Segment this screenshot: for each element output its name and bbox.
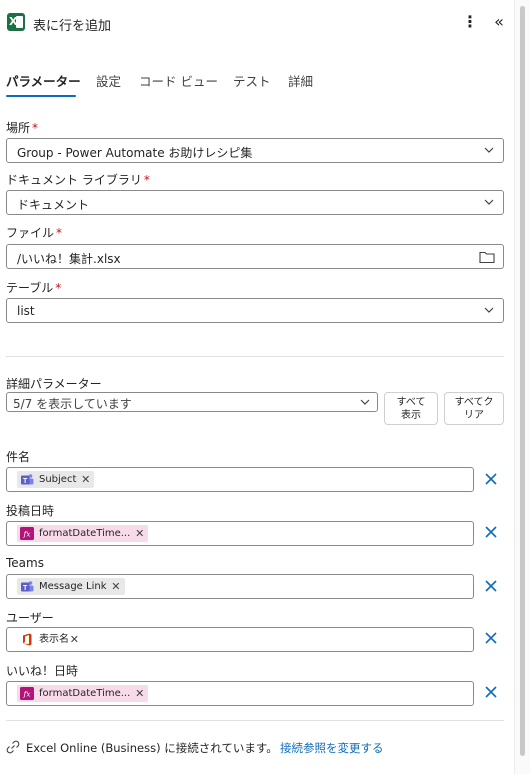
svg-text:T: T: [23, 585, 28, 592]
remove-parameter-icon[interactable]: [482, 523, 500, 541]
tab-settings[interactable]: 設定: [96, 71, 121, 90]
table-label: テーブル *: [6, 281, 62, 295]
panel-header: X 表に行を追加 ⋮ «: [0, 0, 514, 46]
location-label: 場所 *: [6, 121, 39, 135]
remove-parameter-icon[interactable]: [482, 629, 500, 647]
table-value: list: [17, 304, 35, 318]
excel-icon: X: [7, 13, 25, 31]
fx-icon: fx: [20, 687, 34, 700]
remove-token-icon[interactable]: ✕: [81, 471, 90, 488]
param-label: 件名: [6, 450, 31, 464]
connection-footer: Excel Online (Business) に接続されています。 接続参照を…: [6, 738, 506, 758]
tab-details[interactable]: 詳細: [288, 71, 313, 90]
show-all-button[interactable]: すべて 表示: [384, 392, 438, 425]
svg-text:fx: fx: [22, 690, 31, 699]
advanced-parameters-value: 5/7 を表示しています: [13, 397, 132, 411]
remove-token-icon[interactable]: ✕: [135, 685, 144, 702]
document-library-value: ドキュメント: [17, 198, 90, 212]
param-label: ユーザー: [6, 611, 54, 625]
remove-token-icon[interactable]: ✕: [135, 525, 144, 542]
table-select[interactable]: list: [6, 298, 504, 323]
scrollbar-thumb[interactable]: [520, 6, 525, 756]
chevron-down-icon: [360, 399, 370, 405]
file-input[interactable]: /いいね！集計.xlsx: [6, 244, 504, 269]
tab-test[interactable]: テスト: [233, 71, 271, 90]
svg-text:fx: fx: [22, 530, 31, 539]
office-icon: [23, 633, 32, 646]
document-library-label: ドキュメント ライブラリ *: [6, 173, 150, 187]
more-options-icon[interactable]: ⋮: [462, 12, 478, 32]
user-field[interactable]: 表示名 ✕: [6, 627, 474, 652]
subject-field[interactable]: T Subject ✕: [6, 467, 474, 492]
section-divider: [6, 720, 504, 721]
tab-bar: パラメーター 設定 コード ビュー テスト 詳細: [0, 66, 514, 98]
document-library-select[interactable]: ドキュメント: [6, 190, 504, 215]
dynamic-token[interactable]: 表示名 ✕: [17, 631, 83, 648]
teams-icon: T: [21, 474, 34, 485]
remove-parameter-icon[interactable]: [482, 683, 500, 701]
like-datetime-field[interactable]: fx formatDateTime... ✕: [6, 681, 474, 706]
expression-token[interactable]: fx formatDateTime... ✕: [17, 685, 149, 702]
param-label: Teams: [6, 556, 44, 570]
vertical-scrollbar[interactable]: [514, 0, 530, 774]
chevron-down-icon: [484, 199, 494, 205]
change-connection-link[interactable]: 接続参照を変更する: [280, 740, 384, 756]
active-tab-indicator: [6, 95, 76, 97]
param-label: 投稿日時: [6, 504, 55, 518]
file-label: ファイル *: [6, 226, 63, 240]
remove-token-icon[interactable]: ✕: [70, 631, 79, 648]
location-value: Group - Power Automate お助けレシピ集: [17, 146, 253, 160]
svg-text:T: T: [23, 478, 28, 485]
dynamic-token[interactable]: T Subject ✕: [17, 471, 95, 488]
section-divider: [6, 356, 504, 357]
chevron-down-icon: [484, 147, 494, 153]
collapse-panel-icon[interactable]: «: [490, 12, 508, 32]
chevron-down-icon: [484, 307, 494, 313]
posted-datetime-field[interactable]: fx formatDateTime... ✕: [6, 521, 474, 546]
folder-icon[interactable]: [479, 250, 495, 264]
tab-parameters[interactable]: パラメーター: [6, 71, 81, 90]
expression-token[interactable]: fx formatDateTime... ✕: [17, 525, 149, 542]
remove-parameter-icon[interactable]: [482, 577, 500, 595]
fx-icon: fx: [20, 527, 34, 540]
tab-code-view[interactable]: コード ビュー: [139, 71, 218, 90]
remove-token-icon[interactable]: ✕: [111, 578, 120, 595]
dynamic-token[interactable]: T Message Link ✕: [17, 578, 125, 595]
location-select[interactable]: Group - Power Automate お助けレシピ集: [6, 138, 504, 163]
file-value: /いいね！集計.xlsx: [17, 252, 121, 266]
advanced-parameters-select[interactable]: 5/7 を表示しています: [6, 392, 378, 412]
advanced-parameters-label: 詳細パラメーター: [6, 377, 102, 391]
connection-status-text: Excel Online (Business) に接続されています。: [26, 741, 278, 755]
remove-parameter-icon[interactable]: [482, 470, 500, 488]
link-icon: [6, 740, 20, 754]
panel-title: 表に行を追加: [33, 19, 112, 34]
teams-icon: T: [21, 581, 34, 592]
clear-all-button[interactable]: すべてク リア: [444, 392, 504, 425]
param-label: いいね！日時: [6, 664, 79, 678]
teams-field[interactable]: T Message Link ✕: [6, 574, 474, 599]
